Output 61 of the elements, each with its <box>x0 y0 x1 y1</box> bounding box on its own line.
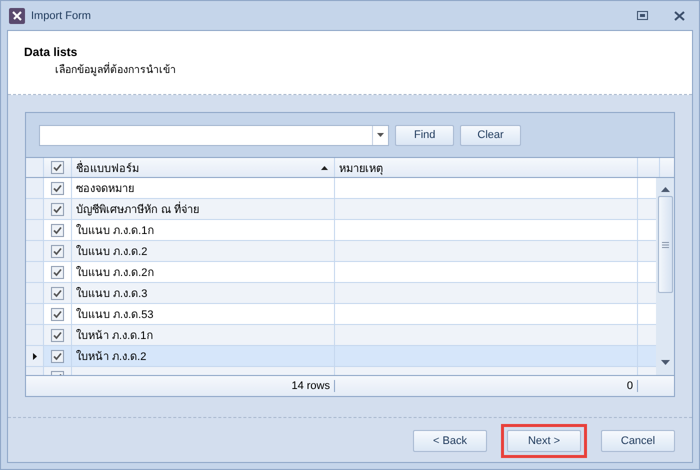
row-checkbox[interactable] <box>51 202 64 216</box>
table-row[interactable]: ใบแนบ ภ.ง.ด.1ก <box>26 220 656 241</box>
checkmark-icon <box>53 226 62 234</box>
app-icon <box>9 8 25 24</box>
table-cell-text: ใบหน้า ภ.ง.ด.2 <box>76 349 146 365</box>
page-title: Data lists <box>24 45 78 59</box>
row-checkbox[interactable] <box>51 328 64 342</box>
checkmark-icon <box>53 330 62 340</box>
row-count: 14 rows <box>291 380 335 392</box>
column-header[interactable]: หมายเหตุ <box>339 158 383 176</box>
restore-icon[interactable] <box>637 11 648 20</box>
row-checkbox[interactable] <box>51 286 64 300</box>
table-row[interactable]: ใบแนบ ภ.ง.ด.3 <box>26 283 656 304</box>
checkmark-icon <box>53 268 62 276</box>
sort-arrow-icon[interactable] <box>321 166 328 170</box>
wizard-button[interactable]: < Back <box>413 430 487 452</box>
table-row[interactable]: ใบแนบ ภ.ง.ด.53 <box>26 304 656 325</box>
checkmark-icon <box>53 310 62 318</box>
table-row[interactable]: ใบแนบ ภ.ง.ด.2ก <box>26 262 656 283</box>
table-row[interactable]: ใบแนบ ภ.ง.ด.2 <box>26 241 656 262</box>
table-cell-text: ใบแนบ ภ.ง.ด.2 <box>76 244 148 260</box>
select-all-checkbox[interactable] <box>51 161 64 174</box>
grip-icon <box>662 242 668 248</box>
table-row[interactable]: ซองจดหมาย <box>26 178 656 199</box>
scroll-down-icon[interactable] <box>660 360 670 365</box>
row-checkbox[interactable] <box>51 350 64 362</box>
checkmark-icon <box>53 163 62 172</box>
checkmark-icon <box>53 246 62 256</box>
checkmark-icon <box>53 288 62 298</box>
scroll-thumb[interactable] <box>658 196 672 293</box>
wizard-button[interactable]: Next > <box>507 430 581 452</box>
row-pointer-icon <box>32 352 36 360</box>
table-cell-text: ใบแนบ ภ.ง.ด.53 <box>76 307 154 323</box>
dropdown-icon[interactable] <box>377 133 384 137</box>
checkmark-icon <box>53 184 62 192</box>
row-checkbox[interactable] <box>51 266 64 278</box>
table-cell-text: ใบแนบ ภ.ง.ด.2ก <box>76 265 154 281</box>
table-row[interactable]: ใบหน้า ภ.ง.ด.2 <box>26 346 656 367</box>
checkmark-icon <box>53 352 62 360</box>
checkmark-icon <box>53 204 62 214</box>
page-subtitle: เลือกข้อมูลที่ต้องการนำเข้า <box>55 61 177 78</box>
close-icon[interactable] <box>674 10 685 20</box>
table-cell-text: ซองจดหมาย <box>76 182 134 197</box>
clear-button[interactable]: Clear <box>460 124 521 146</box>
table-cell: บัญชีพิเศษภาษีหัก ณ ที่จ่าย <box>76 200 200 218</box>
row-checkbox[interactable] <box>51 224 64 236</box>
window-title: Import Form <box>31 10 92 22</box>
wizard-button[interactable]: Cancel <box>601 430 675 452</box>
table-cell-text: ใบหน้า ภ.ง.ด.1ก <box>76 328 154 344</box>
table-cell-text: ใบแนบ ภ.ง.ด.3 <box>76 286 148 302</box>
scrollbar[interactable] <box>656 178 674 375</box>
row-checkbox[interactable] <box>51 244 64 258</box>
row-checkbox[interactable] <box>51 308 64 320</box>
row-checkbox[interactable] <box>51 182 64 194</box>
column-header[interactable]: ชื่อแบบฟอร์ม <box>76 158 139 176</box>
scroll-up-icon[interactable] <box>660 187 670 192</box>
footer-sum: 0 <box>626 380 638 392</box>
table-row[interactable]: ใบหน้า ภ.ง.ด.1ก <box>26 325 656 346</box>
table-cell-text: ใบแนบ ภ.ง.ด.1ก <box>76 223 154 239</box>
table-row[interactable]: บัญชีพิเศษภาษีหัก ณ ที่จ่าย <box>26 199 656 220</box>
find-button[interactable]: Find <box>395 124 454 146</box>
